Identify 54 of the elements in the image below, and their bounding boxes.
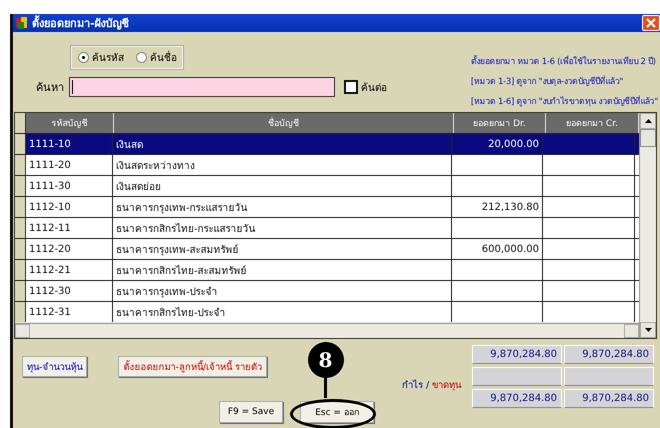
vertical-scrollbar[interactable] bbox=[639, 113, 656, 338]
table-row[interactable]: 1112-30 ธนาคารกรุงเทพ-ประจำ bbox=[15, 280, 639, 301]
radio-option[interactable]: ค้นชื่อ bbox=[136, 50, 177, 65]
close-icon bbox=[646, 18, 656, 28]
note-text: ตั้งยอดยกมา หมวด 1-6 (เพื่อใช้ในรายงานเทียบ 2 ปี) bbox=[470, 54, 657, 68]
note-text: [หมวด 1-6] ดูจาก "งบกำไรขาดทุน งวดบัญชีปีที่แล้ว" bbox=[470, 94, 658, 108]
callout-badge: 8 bbox=[308, 342, 344, 378]
radio-label: ค้นชื่อ bbox=[150, 50, 177, 65]
table-row[interactable]: 1111-20 เงินสดระหว่างทาง bbox=[15, 154, 639, 175]
row-selector[interactable] bbox=[15, 134, 26, 154]
total-field: 9,870,284.80 bbox=[564, 345, 654, 364]
radio-option[interactable]: ค้นรหัส bbox=[78, 50, 124, 65]
checkbox-label: ค้นต่อ bbox=[361, 82, 387, 94]
table-row[interactable]: 1111-10 เงินสด 20,000.00 bbox=[15, 133, 639, 154]
radio-button[interactable] bbox=[78, 52, 89, 63]
table-row[interactable]: 1112-31 ธนาคารกสิกรไทย-ประจำ bbox=[15, 301, 639, 322]
down-arrow-icon bbox=[644, 328, 652, 332]
row-selector[interactable] bbox=[15, 176, 26, 196]
table-row[interactable]: 1112-21 ธนาคารกสิกรไทย-สะสมทรัพย์ bbox=[15, 259, 639, 280]
total-field: 9,870,284.80 bbox=[472, 389, 562, 408]
save-button[interactable]: F9 = Save bbox=[219, 401, 283, 423]
row-selector[interactable] bbox=[15, 155, 26, 175]
up-arrow-icon bbox=[644, 119, 652, 123]
link-button[interactable]: ทุน-จำนวนหุ้น bbox=[22, 356, 88, 377]
row-selector[interactable] bbox=[15, 197, 26, 217]
scroll-up-button[interactable] bbox=[640, 113, 656, 129]
row-selector[interactable] bbox=[15, 302, 26, 322]
search-field[interactable] bbox=[69, 77, 335, 97]
exit-button[interactable]: Esc = ออก bbox=[300, 401, 374, 423]
link-button[interactable]: ตั้งยอดยกมา-ลูกหนี้/เจ้าหนี้ รายตัว bbox=[118, 356, 268, 377]
table-cell: 1112-31 bbox=[26, 302, 113, 322]
radio-label: ค้นรหัส bbox=[92, 52, 124, 65]
row-selector[interactable] bbox=[15, 218, 26, 238]
search-label: ค้นหา bbox=[36, 80, 65, 96]
scroll-thumb[interactable] bbox=[640, 129, 656, 147]
scroll-down-button[interactable] bbox=[640, 322, 656, 338]
table-row[interactable]: 1112-20 ธนาคารกรุงเทพ-สะสมทรัพย์ 600,000.00 bbox=[15, 238, 639, 259]
close-button[interactable] bbox=[642, 15, 660, 31]
table-row[interactable]: 1111-30 เงินสดย่อย bbox=[15, 175, 639, 196]
profit-label: กำไร / bbox=[402, 378, 430, 393]
loss-label: ขาดทุน bbox=[432, 379, 462, 393]
row-selector[interactable] bbox=[15, 260, 26, 280]
total-field: 9,870,284.80 bbox=[564, 389, 654, 408]
radio-button[interactable] bbox=[136, 52, 147, 63]
window-title: ตั้งยอดยกมา-ผังบัญชี bbox=[32, 14, 130, 32]
total-field: 9,870,284.80 bbox=[472, 345, 562, 364]
table-cell: ธนาคารกสิกรไทย-ประจำ bbox=[113, 302, 452, 322]
table-row[interactable]: 1112-11 ธนาคารกสิกรไทย-กระแสรายวัน bbox=[15, 217, 639, 238]
row-selector[interactable] bbox=[15, 239, 26, 259]
note-text: [หมวด 1-3] ดูจาก "งบดุล-งวดบัญชีปีที่แล้ว" bbox=[470, 74, 624, 88]
app-icon bbox=[15, 16, 29, 30]
table-row[interactable]: 1112-10 ธนาคารกรุงเทพ-กระแสรายวัน 212,130.80 bbox=[15, 196, 639, 217]
row-selector[interactable] bbox=[15, 281, 26, 301]
checkbox[interactable] bbox=[344, 80, 358, 94]
